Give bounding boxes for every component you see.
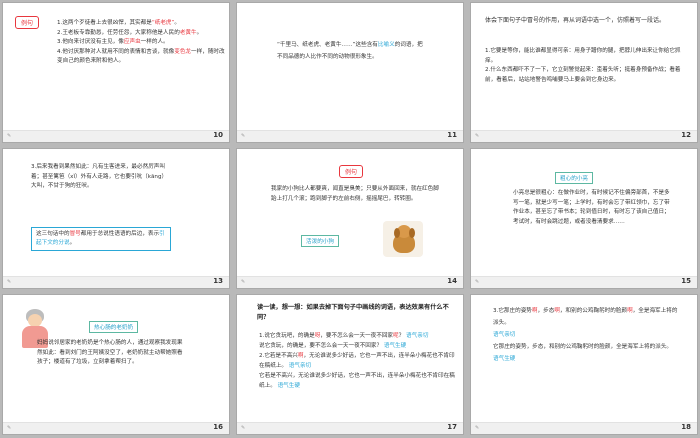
slide-number: 13	[213, 277, 223, 285]
tone-tag: 语气生硬	[383, 343, 407, 349]
sentence-1: 1.它要是等你，能比谁都显得可亲：用身子蹭你的腿，把脖儿伸出来让你给它抓痒。	[485, 48, 681, 64]
slide-footer-bar	[471, 130, 697, 142]
slide-number: 16	[213, 423, 223, 431]
tone-tag: 语气亲切	[406, 333, 429, 339]
colon-explanation-box: 这三句话中的冒号都用于总说性语语的后边，表示引起下文的分说。	[31, 227, 171, 251]
slide-thumbnail-10[interactable]: 例句 1.这两个歹徒看上去很凶悍，其实都是“纸老虎”。 2.王老板专靠勤恳，任劳…	[2, 2, 230, 143]
example-tag: 例句	[15, 16, 40, 29]
slide-thumbnail-13[interactable]: 3.后来我看到果然如此：凡有生客进来，最必然厉声叫着；甚至篱笆（xǐ）外有人走路…	[2, 148, 230, 289]
slide-body-text: 我家的小狗比人都要爽，闻直是臭美；只要从外面回来，就在红色脚跆上打几个滚；跑到脚…	[271, 186, 439, 202]
slide-thumbnail-16[interactable]: 热心肠的老奶奶 妈妈说邻居家的老奶奶是个热心肠的人，通过观察我发现果然如此：看到…	[2, 294, 230, 435]
tone-tag: 语气生硬	[493, 356, 516, 362]
slide-logo-icon: ✎	[241, 133, 246, 139]
slide-body-text: 1.说它贪玩吧，的确是呀，要不怎么会一天一夜不回家呢？ 语气亲切 说它贪玩，的确…	[259, 331, 459, 391]
slide-heading: 体会下面句子中冒号的作用，再从词语中选一个，仿照着写一段话。	[485, 17, 666, 24]
slide-body-text: 小亮总是很粗心：在做作业时，有时候记不住偏旁部首，不是多写一笔，就是少写一笔；上…	[513, 190, 670, 225]
tone-tag: 语气亲切	[288, 363, 312, 369]
slide-footer-bar	[237, 422, 463, 434]
slide-heading: 读一读，想一想：如果去掉下面句子中画线的词语，表达效果有什么不同？	[257, 304, 449, 321]
slide-number: 17	[447, 423, 457, 431]
sentence-3a: 3.它那庄的姿势啊，步态啊，和别的公鸡鞠躬时的脸颜啊，全是海军上将的派头。	[493, 308, 678, 326]
slide-thumbnail-14[interactable]: 例句 我家的小狗比人都要爽，闻直是臭美；只要从外面回来，就在红色脚跆上打几个滚；…	[236, 148, 464, 289]
example-tag: 例句	[339, 165, 364, 178]
slide-number: 12	[681, 131, 691, 139]
slide-logo-icon: ✎	[475, 133, 480, 139]
slide-thumbnail-11[interactable]: “千里马、纸老虎、老黄牛……”这些含有比喻义的词语，把不同品德的人比作不同的动物…	[236, 2, 464, 143]
slide-footer-bar	[237, 130, 463, 142]
topic-label: 粗心的小亮	[555, 172, 593, 184]
slide-footer-bar	[471, 422, 697, 434]
slide-number: 15	[681, 277, 691, 285]
sentence-2b: 它若是不高兴，无论谁说多少好话，它也一声不出，连半朵小梅花也不肯印在稿纸上。 语…	[259, 373, 455, 389]
slide-body-text: “千里马、纸老虎、老黄牛……”这些含有比喻义的词语，把不同品德的人比作不同的动物…	[277, 42, 423, 60]
sentence-1b: 说它贪玩，的确是，要不怎么会一天一夜不回家？ 语气生硬	[259, 343, 407, 349]
slide-number: 11	[447, 131, 457, 139]
slide-logo-icon: ✎	[241, 425, 246, 431]
slide-footer-bar	[3, 276, 229, 288]
sentence-3b: 它那庄的姿势，步态，和别的公鸡鞠躬时的脸颜，全是海军上将的派头。	[493, 344, 673, 350]
dog-illustration-icon	[383, 221, 423, 257]
sentence-1a: 1.说它贪玩吧，的确是呀，要不怎么会一天一夜不回家呢？ 语气亲切	[259, 333, 429, 339]
slide-thumbnail-12[interactable]: 体会下面句子中冒号的作用，再从词语中选一个，仿照着写一段话。 1.它要是等你，能…	[470, 2, 698, 143]
topic-label: 活泼的小狗	[301, 235, 339, 247]
slide-logo-icon: ✎	[7, 133, 12, 139]
sentence-3: 3.他向来讨厌没有主见，像应声虫一样的人。	[57, 39, 169, 46]
slide-body-text: 3.它那庄的姿势啊，步态啊，和别的公鸡鞠躬时的脸颜啊，全是海军上将的派头。 语气…	[493, 305, 683, 365]
slide-thumbnail-15[interactable]: 粗心的小亮 小亮总是很粗心：在做作业时，有时候记不住偏旁部首，不是多写一笔，就是…	[470, 148, 698, 289]
topic-label: 热心肠的老奶奶	[89, 321, 139, 333]
sentence-2: 2.什么东西都吓不了一下，它立刻警觉起来：歪着头听；挺着身预备作战；看着前，看着…	[485, 67, 681, 83]
slide-footer-bar	[237, 276, 463, 288]
slide-thumbnail-17[interactable]: 读一读，想一想：如果去掉下面句子中画线的词语，表达效果有什么不同？ 1.说它贪玩…	[236, 294, 464, 435]
sentence-1: 1.这两个歹徒看上去很凶悍，其实都是“纸老虎”。	[57, 20, 181, 26]
slide-thumbnail-18[interactable]: 3.它那庄的姿势啊，步态啊，和别的公鸡鞠躬时的脸颜啊，全是海军上将的派头。 语气…	[470, 294, 698, 435]
slide-number: 14	[447, 277, 457, 285]
tone-tag-row: 语气生硬	[493, 353, 683, 365]
slide-logo-icon: ✎	[475, 425, 480, 431]
slide-body-text: 妈妈说邻居家的老奶奶是个热心肠的人，通过观察我发现果然如此：看到刘门的王阿姨没空…	[37, 340, 183, 366]
sentence-2: 2.王老板专靠勤恳，任劳任怨，大家称他是人民的老黄牛。	[57, 29, 203, 36]
tone-tag: 语气生硬	[277, 383, 300, 389]
sentence-4: 4.他讨厌那种对人就用不同的表情和言谈，就像变色龙一样，随时改变自己的颜色来附和…	[57, 48, 225, 65]
slide-logo-icon: ✎	[475, 279, 480, 285]
slide-number: 18	[681, 423, 691, 431]
slide-footer-bar	[3, 130, 229, 142]
slide-thumbnail-grid: 例句 1.这两个歹徒看上去很凶悍，其实都是“纸老虎”。 2.王老板专靠勤恳，任劳…	[0, 0, 700, 438]
slide-footer-bar	[3, 422, 229, 434]
slide-body-text: 3.后来我看到果然如此：凡有生客进来，最必然厉声叫着；甚至篱笆（xǐ）外有人走路…	[31, 164, 168, 190]
slide-footer-bar	[471, 276, 697, 288]
sentence-2a: 2.它若是不高兴啊，无论谁说多少好话，它也一声不出，连半朵小梅花也不肯印在稿纸上…	[259, 353, 455, 369]
tone-tag-row: 语气亲切	[493, 329, 683, 341]
tone-tag: 语气亲切	[493, 332, 516, 338]
example-sentences: 1.这两个歹徒看上去很凶悍，其实都是“纸老虎”。 2.王老板专靠勤恳，任劳任怨，…	[57, 19, 225, 67]
slide-logo-icon: ✎	[241, 279, 246, 285]
slide-logo-icon: ✎	[7, 425, 12, 431]
slide-number: 10	[213, 131, 223, 139]
slide-body-text: 1.它要是等你，能比谁都显得可亲：用身子蹭你的腿，把脖儿伸出来让你给它抓痒。 2…	[485, 47, 685, 85]
slide-logo-icon: ✎	[7, 279, 12, 285]
